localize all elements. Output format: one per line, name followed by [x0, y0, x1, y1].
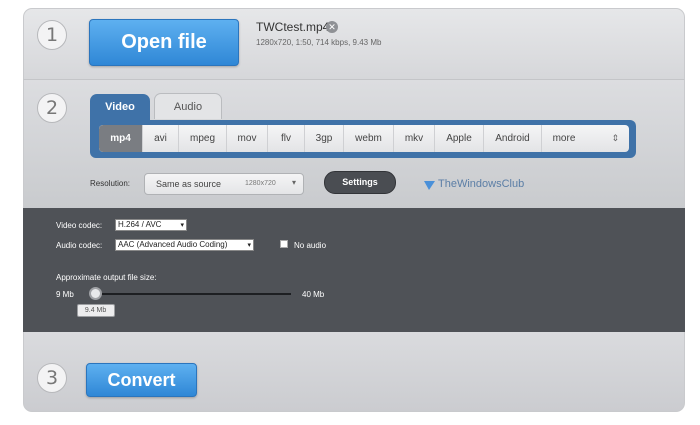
format-android[interactable]: Android [484, 125, 542, 152]
tab-audio[interactable]: Audio [154, 93, 222, 119]
file-size-slider-handle[interactable] [89, 287, 103, 300]
size-min-label: 9 Mb [56, 290, 74, 299]
slider-value-tooltip: 9.4 Mb [76, 304, 115, 317]
format-list: mp4 avi mpeg mov flv 3gp webm mkv Apple … [99, 125, 629, 152]
file-size-slider-track[interactable] [93, 293, 291, 295]
up-down-arrows-icon[interactable]: ⇕ [611, 125, 619, 152]
advanced-settings-panel: Video codec: H.264 / AVC ▾ Audio codec: … [23, 208, 685, 332]
audio-codec-select[interactable]: AAC (Advanced Audio Coding) ▾ [115, 239, 254, 251]
step2-panel: 2 Video Audio mp4 avi mpeg mov flv 3gp w… [23, 80, 685, 208]
file-size-label: Approximate output file size: [56, 273, 157, 282]
windows-club-logo-icon [424, 181, 435, 190]
resolution-label: Resolution: [90, 179, 131, 188]
no-audio-label: No audio [294, 241, 327, 250]
size-max-label: 40 Mb [302, 290, 325, 299]
step3-panel: 3 Convert [23, 332, 685, 412]
step-number-1: 1 [37, 20, 67, 50]
convert-button[interactable]: Convert [86, 363, 197, 397]
watermark-text: TheWindowsClub [438, 178, 525, 190]
resolution-dimensions: 1280x720 [245, 180, 276, 187]
audio-codec-value: AAC (Advanced Audio Coding) [118, 240, 228, 249]
video-codec-value: H.264 / AVC [118, 220, 162, 229]
format-more[interactable]: more [542, 125, 586, 152]
open-file-button[interactable]: Open file [89, 19, 239, 66]
step1-panel: 1 Open file TWCtest.mp4 ✕ 1280x720, 1:50… [23, 8, 685, 80]
tab-video[interactable]: Video [90, 94, 150, 120]
chevron-down-icon: ▾ [291, 178, 296, 187]
format-mov[interactable]: mov [227, 125, 268, 152]
chevron-down-icon: ▾ [247, 242, 251, 249]
close-circle-icon[interactable]: ✕ [326, 21, 338, 33]
settings-button[interactable]: Settings [324, 171, 396, 194]
no-audio-checkbox[interactable] [280, 240, 288, 248]
format-flv[interactable]: flv [268, 125, 305, 152]
format-bar: mp4 avi mpeg mov flv 3gp webm mkv Apple … [90, 120, 636, 158]
format-mpeg[interactable]: mpeg [179, 125, 227, 152]
chevron-down-icon: ▾ [180, 222, 184, 229]
video-codec-select[interactable]: H.264 / AVC ▾ [115, 219, 187, 231]
format-3gp[interactable]: 3gp [305, 125, 344, 152]
format-mp4[interactable]: mp4 [99, 125, 143, 152]
step-number-3: 3 [37, 363, 67, 393]
resolution-value: Same as source [156, 179, 222, 189]
format-mkv[interactable]: mkv [394, 125, 435, 152]
step-number-2: 2 [37, 93, 67, 123]
audio-codec-label: Audio codec: [56, 241, 103, 250]
file-info: 1280x720, 1:50, 714 kbps, 9.43 Mb [256, 38, 382, 47]
format-webm[interactable]: webm [344, 125, 394, 152]
format-apple[interactable]: Apple [435, 125, 484, 152]
video-codec-label: Video codec: [56, 221, 103, 230]
file-name: TWCtest.mp4 [256, 20, 330, 34]
resolution-select[interactable]: Same as source 1280x720 ▾ [144, 173, 304, 195]
format-avi[interactable]: avi [143, 125, 179, 152]
